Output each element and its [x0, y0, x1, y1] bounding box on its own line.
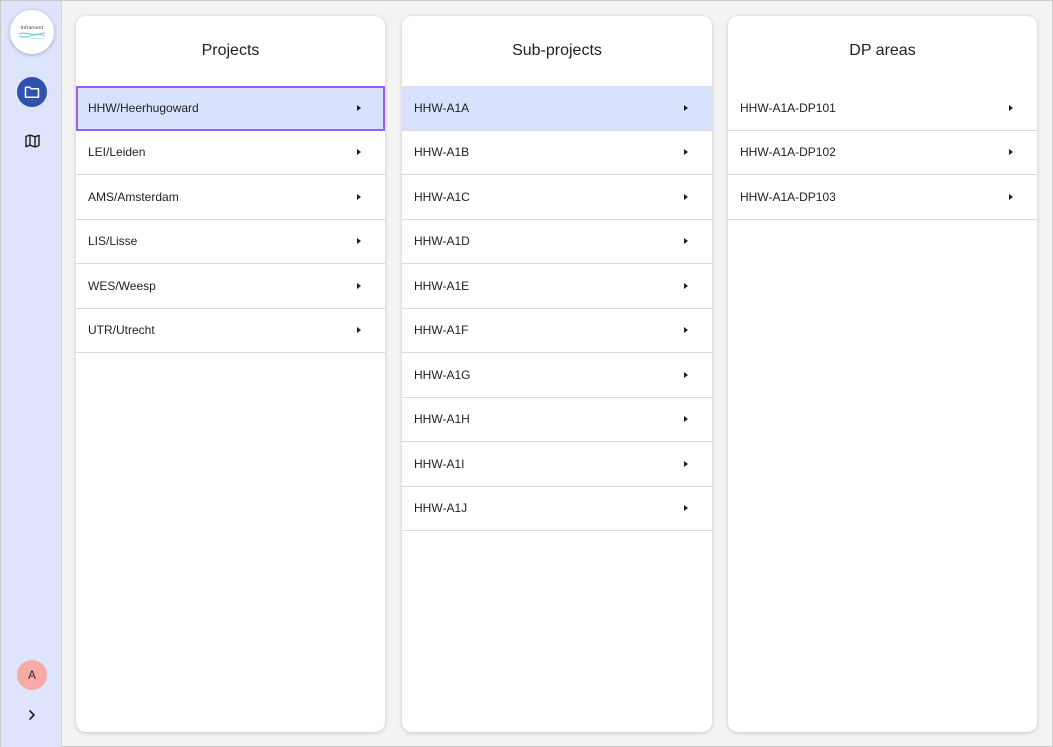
sidebar: Inframent A — [1, 1, 62, 747]
caret-right-icon — [684, 149, 688, 156]
projects-title: Projects — [201, 41, 260, 59]
dp-area-item[interactable]: HHW-A1A-DP102 — [728, 131, 1037, 175]
caret-right-icon — [684, 416, 688, 423]
folder-icon — [24, 86, 40, 98]
caret-right-icon — [357, 193, 361, 200]
subprojects-list: HHW-A1A HHW-A1B HHW-A1C HHW-A1D HHW-A1E HHW-A… — [402, 85, 712, 531]
caret-right-icon — [684, 104, 688, 111]
projects-panel: Projects HHW/Heerhugoward LEI/Leiden AMS/A… — [76, 16, 385, 732]
map-icon — [24, 134, 40, 148]
project-item-label: WES/Weesp — [88, 278, 156, 293]
caret-right-icon — [684, 282, 688, 289]
dp-areas-list: HHW-A1A-DP101 HHW-A1A-DP102 HHW-A1A-DP103 — [728, 85, 1037, 220]
caret-right-icon — [684, 327, 688, 334]
project-item-label: LIS/Lisse — [88, 234, 138, 249]
nav-map-button[interactable] — [17, 126, 47, 156]
projects-list: HHW/Heerhugoward LEI/Leiden AMS/Amsterdam L… — [76, 85, 385, 353]
caret-right-icon — [357, 149, 361, 156]
project-item-label: HHW/Heerhugoward — [88, 100, 199, 115]
project-item[interactable]: UTR/Utrecht — [76, 309, 385, 353]
project-item[interactable]: LIS/Lisse — [76, 220, 385, 264]
subproject-item-label: HHW-A1D — [414, 234, 470, 249]
caret-right-icon — [357, 238, 361, 245]
subproject-item-label: HHW-A1E — [414, 278, 470, 293]
subprojects-title: Sub-projects — [512, 41, 602, 59]
subproject-item[interactable]: HHW-A1D — [402, 220, 712, 264]
avatar-initial: A — [27, 668, 36, 682]
subproject-item[interactable]: HHW-A1E — [402, 264, 712, 309]
subprojects-panel: Sub-projects HHW-A1A HHW-A1B HHW-A1C HHW-A1… — [402, 16, 712, 732]
subproject-item[interactable]: HHW-A1I — [402, 442, 712, 487]
project-item[interactable]: WES/Weesp — [76, 264, 385, 309]
caret-right-icon — [684, 460, 688, 467]
caret-right-icon — [357, 327, 361, 334]
caret-right-icon — [684, 193, 688, 200]
expand-sidebar-button[interactable] — [21, 704, 43, 726]
subproject-item[interactable]: HHW-A1A — [402, 86, 712, 131]
subproject-item[interactable]: HHW-A1C — [402, 175, 712, 220]
project-item[interactable]: AMS/Amsterdam — [76, 175, 385, 220]
chevron-right-icon — [29, 710, 35, 720]
subproject-item-label: HHW-A1A — [414, 100, 470, 115]
caret-right-icon — [357, 282, 361, 289]
dp-area-item[interactable]: HHW-A1A-DP103 — [728, 175, 1037, 220]
caret-right-icon — [1009, 149, 1013, 156]
nav-projects-button[interactable] — [17, 77, 47, 107]
project-item-label: AMS/Amsterdam — [88, 189, 179, 204]
subproject-item[interactable]: HHW-A1H — [402, 398, 712, 442]
project-item[interactable]: HHW/Heerhugoward — [76, 86, 385, 131]
subproject-item-label: HHW-A1J — [414, 501, 468, 516]
user-avatar[interactable]: A — [17, 660, 47, 690]
subproject-item[interactable]: HHW-A1G — [402, 353, 712, 398]
dp-areas-panel: DP areas HHW-A1A-DP101 HHW-A1A-DP102 HHW-A… — [728, 16, 1037, 732]
app-logo[interactable]: Inframent — [10, 10, 54, 54]
caret-right-icon — [684, 505, 688, 512]
dp-area-item-label: HHW-A1A-DP102 — [740, 145, 836, 160]
subproject-item-label: HHW-A1I — [414, 456, 465, 471]
subproject-item[interactable]: HHW-A1F — [402, 309, 712, 353]
logo-icon: Inframent — [18, 25, 46, 39]
caret-right-icon — [1009, 193, 1013, 200]
dp-area-item-label: HHW-A1A-DP103 — [740, 189, 836, 204]
caret-right-icon — [1009, 104, 1013, 111]
caret-right-icon — [684, 238, 688, 245]
project-item-label: UTR/Utrecht — [88, 323, 155, 338]
subproject-item-label: HHW-A1B — [414, 145, 470, 160]
subproject-item-label: HHW-A1F — [414, 323, 469, 338]
dp-areas-title: DP areas — [849, 41, 916, 59]
subproject-item-label: HHW-A1H — [414, 412, 470, 427]
project-item[interactable]: LEI/Leiden — [76, 131, 385, 175]
subproject-item-label: HHW-A1C — [414, 189, 470, 204]
project-item-label: LEI/Leiden — [88, 145, 146, 160]
dp-area-item[interactable]: HHW-A1A-DP101 — [728, 86, 1037, 131]
subproject-item[interactable]: HHW-A1B — [402, 131, 712, 175]
caret-right-icon — [684, 371, 688, 378]
subproject-item[interactable]: HHW-A1J — [402, 487, 712, 531]
caret-right-icon — [357, 104, 361, 111]
subproject-item-label: HHW-A1G — [414, 367, 471, 382]
dp-area-item-label: HHW-A1A-DP101 — [740, 100, 836, 115]
logo-text: Inframent — [21, 25, 44, 31]
